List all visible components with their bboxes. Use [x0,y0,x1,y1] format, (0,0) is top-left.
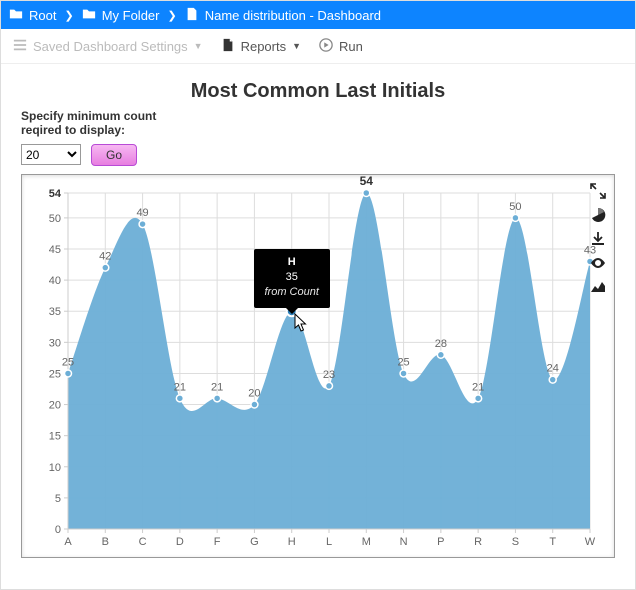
svg-text:15: 15 [49,430,61,442]
breadcrumb-item[interactable]: Name distribution - Dashboard [185,7,381,24]
svg-text:42: 42 [99,250,111,262]
breadcrumb-item[interactable]: My Folder [82,7,160,24]
chevron-right-icon: ❯ [56,9,81,22]
svg-text:54: 54 [360,175,374,188]
svg-text:L: L [326,536,332,548]
svg-text:S: S [512,536,519,548]
chart-panel: 0510152025303540455054ABCDFGHLMNPRSTW254… [21,174,615,558]
run-button[interactable]: Run [319,38,363,55]
svg-text:50: 50 [509,201,521,213]
file-icon [221,38,235,55]
svg-text:5: 5 [55,493,61,505]
reports-menu[interactable]: Reports ▼ [221,38,301,55]
breadcrumb-label: My Folder [102,8,160,23]
list-icon [13,38,27,55]
expand-icon[interactable] [588,181,608,201]
svg-text:B: B [102,536,109,548]
breadcrumb-item[interactable]: Root [9,7,56,24]
svg-text:28: 28 [435,338,447,350]
svg-text:25: 25 [49,368,61,380]
pie-icon[interactable] [588,205,608,225]
svg-text:M: M [362,536,371,548]
svg-text:35: 35 [49,306,61,318]
svg-text:H: H [288,536,296,548]
toolbar-label: Run [339,39,363,54]
svg-text:F: F [214,536,221,548]
svg-text:35: 35 [286,294,298,306]
eye-icon[interactable] [588,253,608,273]
area-chart[interactable]: 0510152025303540455054ABCDFGHLMNPRSTW254… [22,175,614,557]
file-icon [185,7,199,24]
svg-text:P: P [437,536,444,548]
svg-text:40: 40 [49,275,61,287]
chevron-down-icon: ▼ [292,41,301,51]
svg-text:20: 20 [248,387,260,399]
page-title: Most Common Last Initials [21,80,615,103]
svg-text:21: 21 [472,381,484,393]
svg-text:45: 45 [49,244,61,256]
svg-text:25: 25 [397,356,409,368]
toolbar-label: Reports [241,39,287,54]
svg-text:30: 30 [49,337,61,349]
chevron-right-icon: ❯ [159,9,184,22]
svg-text:21: 21 [174,381,186,393]
svg-text:C: C [139,536,147,548]
svg-text:R: R [474,536,482,548]
svg-text:G: G [250,536,259,548]
svg-text:N: N [400,536,408,548]
svg-text:50: 50 [49,213,61,225]
min-count-select[interactable]: 20 [21,144,81,165]
breadcrumb: Root❯My Folder❯Name distribution - Dashb… [1,1,635,29]
chart-tools [584,177,612,301]
toolbar: Saved Dashboard Settings ▼ Reports ▼ Run [1,29,635,64]
filter-controls: Specify minimum count reqired to display… [21,109,615,166]
svg-text:A: A [64,536,72,548]
svg-text:23: 23 [323,369,335,381]
svg-text:10: 10 [49,462,61,474]
svg-text:54: 54 [49,188,62,200]
svg-text:0: 0 [55,524,61,536]
svg-text:49: 49 [136,207,148,219]
go-button[interactable]: Go [91,144,137,166]
saved-settings-menu: Saved Dashboard Settings ▼ [13,38,203,55]
area-icon[interactable] [588,277,608,297]
svg-text:W: W [585,536,596,548]
breadcrumb-label: Name distribution - Dashboard [205,8,381,23]
breadcrumb-label: Root [29,8,56,23]
chevron-down-icon: ▼ [194,41,203,51]
play-circle-icon [319,38,333,55]
svg-text:24: 24 [547,362,559,374]
folder-icon [82,7,96,24]
min-count-label: Specify minimum count reqired to display… [21,109,191,138]
toolbar-label: Saved Dashboard Settings [33,39,188,54]
folder-icon [9,7,23,24]
svg-text:21: 21 [211,381,223,393]
download-icon[interactable] [588,229,608,249]
svg-text:25: 25 [62,356,74,368]
svg-text:D: D [176,536,184,548]
svg-text:20: 20 [49,399,61,411]
svg-text:T: T [549,536,556,548]
